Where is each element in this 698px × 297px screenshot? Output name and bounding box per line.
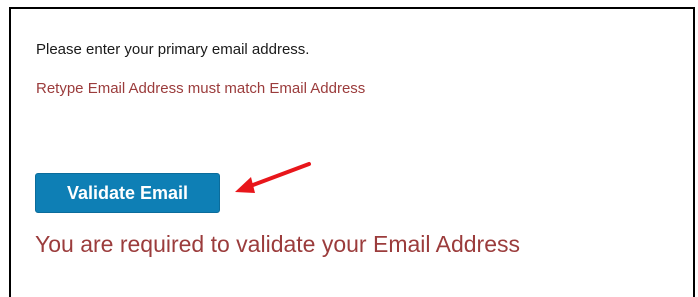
form-panel: Please enter your primary email address.… bbox=[9, 7, 695, 297]
validate-email-button[interactable]: Validate Email bbox=[35, 173, 220, 213]
instruction-text: Please enter your primary email address. bbox=[36, 41, 310, 58]
validation-required-error: You are required to validate your Email … bbox=[35, 231, 520, 257]
red-arrow-annotation-icon bbox=[235, 162, 311, 193]
email-mismatch-error: Retype Email Address must match Email Ad… bbox=[36, 80, 366, 97]
